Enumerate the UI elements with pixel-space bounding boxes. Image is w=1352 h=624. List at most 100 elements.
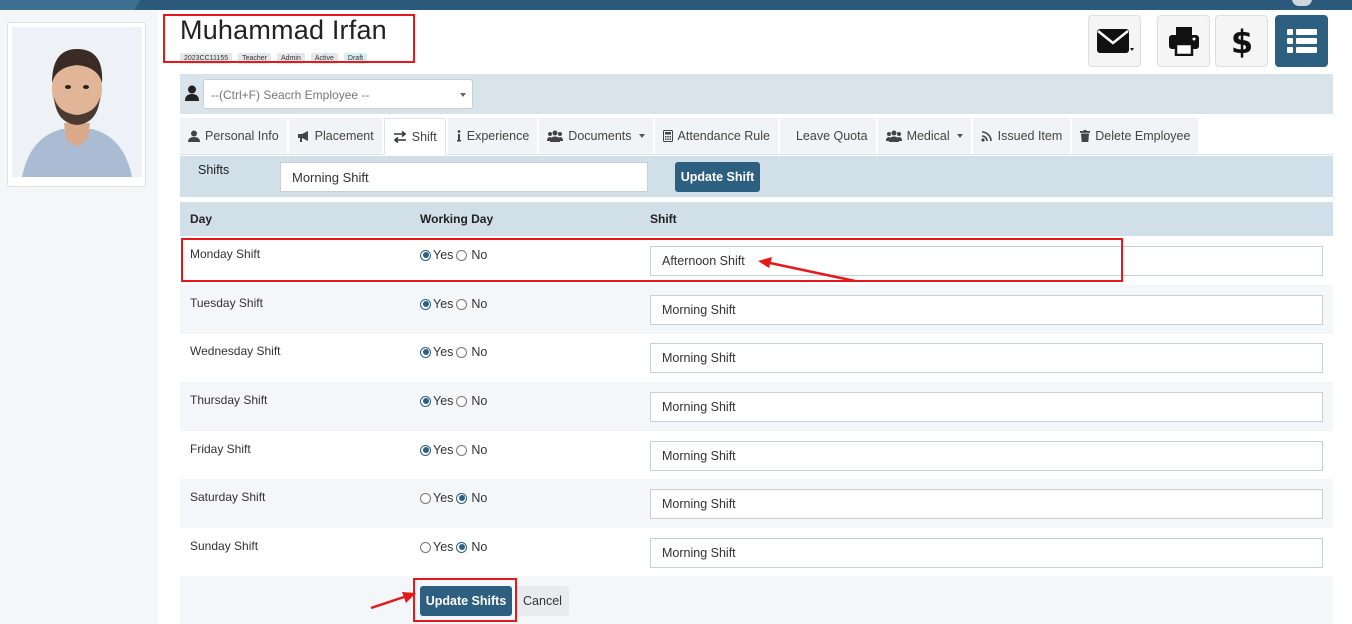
yes-label: Yes (433, 345, 454, 359)
tab-label: Personal Info (205, 129, 279, 143)
tab-medical[interactable]: Medical (877, 118, 971, 154)
users-icon (547, 130, 564, 142)
tab-documents[interactable]: Documents (539, 118, 653, 154)
email-button[interactable] (1088, 15, 1141, 67)
top-navbar (0, 0, 1352, 10)
tab-personal-info[interactable]: Personal Info (180, 118, 287, 154)
no-radio[interactable] (456, 298, 468, 310)
yes-radio[interactable] (420, 346, 431, 358)
list-icon (1286, 29, 1317, 53)
tab-placement[interactable]: Placement (288, 118, 382, 154)
yes-radio[interactable] (420, 541, 431, 553)
tab-label: Documents (568, 129, 632, 143)
tab-label: Shift (411, 129, 437, 144)
day-label: Sunday Shift (190, 539, 259, 553)
no-radio[interactable] (456, 541, 468, 553)
user-icon (188, 130, 200, 142)
tab-label: Placement (314, 129, 374, 143)
yes-label: Yes (433, 443, 454, 457)
working-day-options: Yes No (420, 394, 487, 408)
users-icon (885, 130, 902, 142)
exchange-icon (393, 130, 406, 143)
column-header-working-day: Working Day (420, 212, 494, 226)
profile-photo-card (7, 22, 146, 187)
table-row: Tuesday Shift Yes No Morning Shift (180, 285, 1333, 334)
table-row: Wednesday Shift Yes No Morning Shift (180, 333, 1333, 382)
day-label: Wednesday Shift (190, 344, 281, 358)
tab-issued-item[interactable]: Issued Item (972, 118, 1071, 154)
wifi-icon (981, 131, 992, 142)
yes-radio[interactable] (420, 444, 431, 456)
form-actions: Update Shifts Cancel (180, 576, 1333, 624)
update-shift-button[interactable]: Update Shift (675, 162, 760, 192)
name-highlight (163, 14, 415, 63)
printer-icon (1168, 27, 1199, 56)
no-label: No (471, 345, 488, 359)
working-day-options: Yes No (420, 345, 487, 359)
tab-shift[interactable]: Shift (383, 118, 446, 155)
no-radio[interactable] (456, 395, 468, 407)
profile-sidebar (0, 10, 158, 624)
no-radio[interactable] (456, 444, 468, 456)
caret-down-icon (956, 134, 963, 138)
tab-leave-quota[interactable]: Leave Quota (779, 118, 876, 154)
yes-radio[interactable] (420, 298, 431, 310)
column-header-day: Day (190, 212, 213, 226)
monday-row-highlight (181, 238, 1123, 282)
employee-tabs: Personal Info Placement Shift Experience… (180, 118, 1333, 155)
yes-radio[interactable] (420, 395, 431, 407)
calculator-icon (662, 130, 673, 142)
user-avatar-icon[interactable] (1292, 0, 1312, 6)
cancel-button[interactable]: Cancel (516, 586, 569, 616)
tab-attendance-rule[interactable]: Attendance Rule (654, 118, 778, 154)
no-radio[interactable] (456, 346, 468, 358)
info-icon (456, 130, 461, 142)
default-shift-select[interactable]: Morning Shift (280, 162, 648, 192)
shift-select[interactable]: Morning Shift (650, 343, 1323, 373)
table-row: Friday Shift Yes No Morning Shift (180, 431, 1333, 480)
no-radio[interactable] (456, 492, 468, 504)
working-day-options: Yes No (420, 491, 487, 505)
working-day-options: Yes No (420, 297, 487, 311)
shift-select[interactable]: Morning Shift (650, 538, 1323, 568)
tab-label: Issued Item (997, 129, 1063, 143)
shift-select[interactable]: Morning Shift (650, 489, 1323, 519)
trash-icon (1080, 130, 1091, 142)
tab-label: Delete Employee (1095, 129, 1191, 143)
table-row: Saturday Shift Yes No Morning Shift (180, 479, 1333, 528)
shift-select[interactable]: Morning Shift (650, 392, 1323, 422)
working-day-options: Yes No (420, 540, 487, 554)
yes-label: Yes (433, 540, 454, 554)
tab-label: Experience (466, 129, 530, 143)
shifts-label: Shifts (198, 163, 230, 177)
sidebar-gap (158, 10, 180, 624)
no-label: No (471, 443, 488, 457)
tab-label: Leave Quota (795, 129, 868, 143)
tab-label: Medical (906, 129, 950, 143)
payment-button[interactable]: $ (1215, 15, 1268, 67)
tab-experience[interactable]: Experience (447, 118, 538, 154)
day-label: Friday Shift (190, 442, 251, 456)
employee-search-select[interactable]: --(Ctrl+F) Seacrh Employee -- (203, 79, 473, 109)
svg-text:$: $ (1231, 24, 1253, 58)
shift-select[interactable]: Morning Shift (650, 295, 1323, 325)
tab-label: Attendance Rule (677, 129, 770, 143)
no-label: No (471, 491, 488, 505)
no-label: No (471, 297, 488, 311)
tab-delete-employee[interactable]: Delete Employee (1072, 118, 1199, 154)
column-header-shift: Shift (650, 212, 677, 226)
yes-label: Yes (433, 491, 454, 505)
update-button-highlight (413, 578, 517, 622)
print-button[interactable] (1157, 15, 1210, 67)
no-label: No (471, 394, 488, 408)
menu-button[interactable] (1275, 15, 1328, 67)
user-icon (185, 85, 199, 101)
search-placeholder: --(Ctrl+F) Seacrh Employee -- (211, 88, 370, 102)
yes-radio[interactable] (420, 492, 431, 504)
chevron-down-icon (460, 93, 466, 97)
profile-photo (12, 27, 142, 177)
shift-select[interactable]: Morning Shift (650, 441, 1323, 471)
bullhorn-icon (297, 131, 308, 142)
day-label: Tuesday Shift (190, 296, 263, 310)
table-header: Day Working Day Shift (180, 202, 1333, 236)
